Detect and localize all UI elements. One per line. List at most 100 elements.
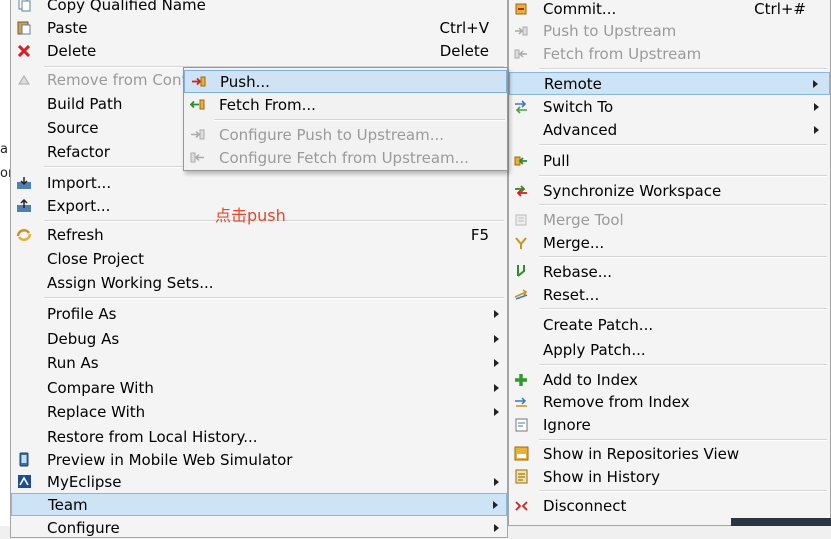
menu-item-label: Run As <box>47 353 99 372</box>
menu-item-paste[interactable]: Paste Ctrl+V <box>11 16 507 39</box>
menu-item-label: Switch To <box>543 97 614 116</box>
menu-item-push-to-upstream[interactable]: Push to Upstream <box>509 19 830 42</box>
merge-icon <box>512 234 530 252</box>
configure-push-icon <box>188 126 206 144</box>
shortcut-label: Ctrl+V <box>439 18 489 37</box>
menu-item-compare-with[interactable]: Compare With <box>11 376 507 399</box>
menu-item-label: Assign Working Sets... <box>47 273 214 292</box>
menu-item-rebase[interactable]: Rebase... <box>509 260 830 283</box>
menu-separator <box>539 490 827 492</box>
menu-item-create-patch[interactable]: Create Patch... <box>509 313 830 336</box>
menu-item-label: Merge... <box>543 233 605 252</box>
menu-item-label: Ignore <box>543 415 591 434</box>
menu-item-replace-with[interactable]: Replace With <box>11 400 507 423</box>
import-icon <box>15 174 33 192</box>
commit-icon <box>512 0 530 18</box>
menu-item-configure[interactable]: Configure <box>11 516 507 539</box>
shortcut-label: Delete <box>439 41 489 60</box>
menu-item-remove-from-index[interactable]: Remove from Index <box>509 390 830 413</box>
menu-item-copy-qualified-name[interactable]: Copy Qualified Name <box>11 0 507 16</box>
menu-item-switch-to[interactable]: Switch To <box>509 95 830 118</box>
menu-item-configure-fetch-from-upstream[interactable]: Configure Fetch from Upstream... <box>184 146 507 169</box>
menu-item-import[interactable]: Import... <box>11 171 507 194</box>
menu-separator <box>44 297 504 299</box>
menu-item-add-to-index[interactable]: Add to Index <box>509 368 830 391</box>
menu-item-label: Import... <box>47 173 112 192</box>
menu-item-restore-from-local-history[interactable]: Restore from Local History... <box>11 425 507 448</box>
menu-item-label: Compare With <box>47 378 154 397</box>
menu-item-push[interactable]: Push... <box>184 70 507 93</box>
shortcut-label: Ctrl+# <box>754 0 806 18</box>
delete-x-icon <box>15 42 33 60</box>
menu-item-apply-patch[interactable]: Apply Patch... <box>509 338 830 361</box>
menu-item-ignore[interactable]: Ignore <box>509 413 830 436</box>
submenu-arrow-icon <box>494 334 499 343</box>
myeclipse-icon <box>15 473 33 491</box>
menu-item-show-in-history[interactable]: Show in History <box>509 465 830 488</box>
menu-item-label: Refactor <box>47 142 110 161</box>
menu-item-disconnect[interactable]: Disconnect <box>509 494 830 517</box>
menu-item-fetch-from-upstream[interactable]: Fetch from Upstream <box>509 42 830 65</box>
menu-item-label: MyEclipse <box>47 472 122 491</box>
menu-item-label: Remote <box>544 74 602 93</box>
menu-item-pull[interactable]: Pull <box>509 149 830 172</box>
menu-item-label: Configure Fetch from Upstream... <box>219 148 469 167</box>
push-icon <box>189 73 207 91</box>
repositories-view-icon <box>512 445 530 463</box>
submenu-arrow-icon <box>494 358 499 367</box>
menu-item-reset[interactable]: Reset... <box>509 283 830 306</box>
menu-item-show-in-repositories-view[interactable]: Show in Repositories View <box>509 442 830 465</box>
menu-item-merge-tool[interactable]: Merge Tool <box>509 208 830 231</box>
submenu-arrow-icon <box>813 79 818 88</box>
menu-item-run-as[interactable]: Run As <box>11 351 507 374</box>
menu-item-label: Synchronize Workspace <box>543 181 722 200</box>
submenu-arrow-icon <box>494 383 499 392</box>
menu-item-configure-push-to-upstream[interactable]: Configure Push to Upstream... <box>184 123 507 146</box>
ignore-icon <box>512 416 530 434</box>
menu-item-merge[interactable]: Merge... <box>509 231 830 254</box>
history-icon <box>512 468 530 486</box>
configure-fetch-icon <box>188 149 206 167</box>
menu-item-close-project[interactable]: Close Project <box>11 247 507 270</box>
menu-item-label: Rebase... <box>543 262 613 281</box>
menu-item-profile-as[interactable]: Profile As <box>11 302 507 325</box>
menu-item-myeclipse[interactable]: MyEclipse <box>11 470 507 493</box>
menu-item-remote[interactable]: Remote <box>509 72 830 95</box>
menu-item-label: Close Project <box>47 249 144 268</box>
push-upstream-icon <box>512 22 530 40</box>
menu-item-delete[interactable]: Delete Delete <box>11 39 507 62</box>
menu-item-label: Apply Patch... <box>543 340 646 359</box>
menu-item-preview-mobile-web-simulator[interactable]: Preview in Mobile Web Simulator <box>11 448 507 471</box>
menu-item-label: Add to Index <box>543 370 638 389</box>
menu-separator <box>539 439 827 441</box>
menu-item-label: Merge Tool <box>543 210 624 229</box>
disconnect-icon <box>512 497 530 515</box>
taskbar-edge <box>731 518 831 526</box>
menu-separator <box>539 308 827 310</box>
submenu-arrow-icon <box>814 102 819 111</box>
menu-item-team[interactable]: Team <box>11 493 507 516</box>
menu-item-assign-working-sets[interactable]: Assign Working Sets... <box>11 271 507 294</box>
menu-item-synchronize-workspace[interactable]: Synchronize Workspace <box>509 179 830 202</box>
menu-item-debug-as[interactable]: Debug As <box>11 327 507 350</box>
menu-item-label: Build Path <box>47 94 123 113</box>
pull-icon <box>512 152 530 170</box>
menu-separator <box>539 144 827 146</box>
menu-item-label: Copy Qualified Name <box>47 0 206 14</box>
menu-item-fetch-from[interactable]: Fetch From... <box>184 93 507 116</box>
menu-item-refresh[interactable]: Refresh F5 <box>11 223 507 246</box>
menu-item-label: Refresh <box>47 225 104 244</box>
paste-icon <box>15 19 33 37</box>
shortcut-label: F5 <box>470 225 489 244</box>
menu-item-label: Team <box>48 495 88 514</box>
menu-separator <box>539 175 827 177</box>
menu-item-label: Show in History <box>543 467 661 486</box>
menu-item-advanced[interactable]: Advanced <box>509 118 830 141</box>
remove-context-icon <box>15 71 33 89</box>
menu-item-commit[interactable]: Commit... Ctrl+# <box>509 0 830 20</box>
menu-item-label: Configure <box>47 518 120 537</box>
menu-item-label: Source <box>47 118 99 137</box>
mobile-preview-icon <box>15 451 33 469</box>
menu-separator <box>539 204 827 206</box>
copy-icon <box>15 0 33 14</box>
